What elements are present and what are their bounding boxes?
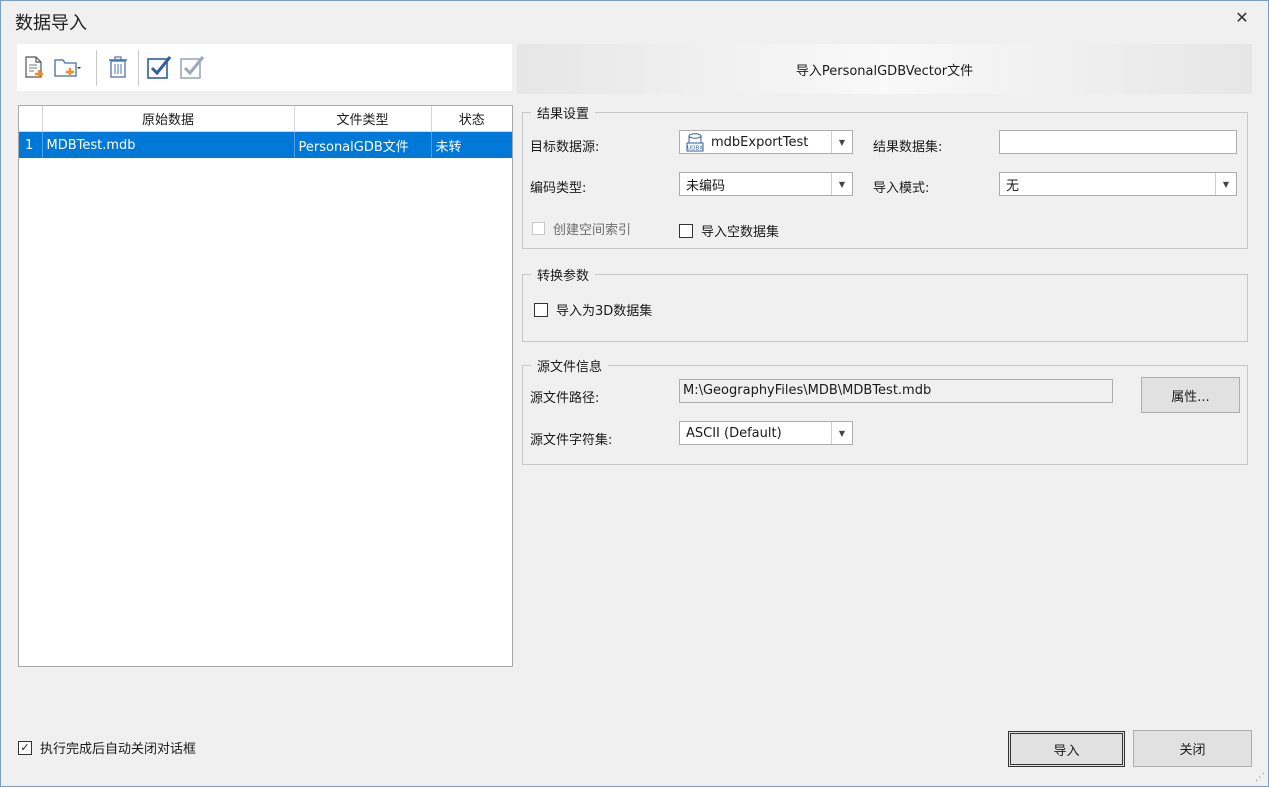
auto-close-checkbox[interactable]: ✓ 执行完成后自动关闭对话框 (18, 738, 196, 757)
target-datasource-combo[interactable]: UDBX mdbExportTest ▼ (679, 130, 853, 154)
toolbar-separator (138, 50, 139, 86)
checkbox-box[interactable] (532, 222, 545, 235)
chevron-down-icon[interactable]: ▼ (831, 422, 852, 444)
column-header-index[interactable] (19, 106, 43, 132)
checkbox-box[interactable]: ✓ (18, 740, 32, 755)
row-index: 1 (19, 131, 43, 158)
chevron-down-icon[interactable]: ▼ (831, 173, 852, 195)
row-file-type[interactable]: PersonalGDB文件 (294, 131, 432, 158)
conversion-params-legend: 转换参数 (537, 269, 590, 284)
target-datasource-label: 目标数据源: (530, 140, 600, 155)
select-all-icon[interactable] (145, 53, 173, 81)
add-folder-icon[interactable] (53, 53, 81, 81)
source-charset-combo[interactable]: ASCII (Default) ▼ (679, 421, 853, 445)
import-empty-dataset-label: 导入空数据集 (701, 225, 780, 240)
target-datasource-value: mdbExportTest (711, 134, 809, 150)
source-file-info-group: 源文件信息 (522, 356, 1248, 465)
import-button[interactable]: 导入 (1008, 731, 1125, 767)
properties-button[interactable]: 属性... (1141, 377, 1240, 413)
import-mode-value: 无 (1006, 178, 1020, 194)
close-icon[interactable]: ✕ (1231, 7, 1253, 29)
dialog-title: 数据导入 (15, 13, 87, 34)
source-file-info-legend: 源文件信息 (537, 360, 603, 375)
import-mode-combo[interactable]: 无 ▼ (999, 172, 1237, 196)
create-spatial-index-label: 创建空间索引 (553, 223, 632, 238)
import-mode-label: 导入模式: (873, 181, 930, 196)
delete-icon[interactable] (104, 53, 132, 81)
source-charset-value: ASCII (Default) (686, 425, 782, 441)
chevron-down-icon[interactable]: ▼ (831, 131, 852, 153)
add-file-icon[interactable] (20, 53, 48, 81)
chevron-down-icon[interactable]: ▼ (1215, 173, 1236, 195)
result-settings-legend: 结果设置 (537, 107, 590, 122)
toolbar-separator (96, 50, 97, 86)
data-import-dialog: 数据导入 ✕ 导入PersonalGDBVector文件 原始数据 文件类型 状… (0, 0, 1269, 787)
encoding-type-value: 未编码 (686, 178, 726, 194)
column-header-type[interactable]: 文件类型 (294, 106, 432, 132)
resize-grip-icon[interactable]: ⋰ (1255, 772, 1265, 783)
row-status: 未转 (431, 131, 512, 158)
svg-text:UDBX: UDBX (687, 146, 703, 152)
invert-select-icon[interactable] (178, 53, 206, 81)
checkbox-box[interactable] (534, 302, 548, 317)
import-type-banner: 导入PersonalGDBVector文件 (517, 44, 1252, 94)
create-spatial-index-checkbox[interactable]: 创建空间索引 (532, 219, 631, 238)
import-empty-dataset-checkbox[interactable]: 导入空数据集 (679, 221, 779, 240)
source-charset-label: 源文件字符集: (530, 433, 613, 448)
banner-text: 导入PersonalGDBVector文件 (795, 63, 974, 79)
column-header-source[interactable]: 原始数据 (42, 106, 295, 132)
encoding-type-combo[interactable]: 未编码 ▼ (679, 172, 853, 196)
import-as-3d-checkbox[interactable]: 导入为3D数据集 (534, 300, 652, 319)
row-source-file[interactable]: MDBTest.mdb (42, 131, 295, 158)
result-dataset-input[interactable] (999, 130, 1237, 154)
table-row[interactable]: 1 MDBTest.mdb PersonalGDB文件 未转 (19, 131, 512, 158)
result-dataset-label: 结果数据集: (873, 140, 943, 155)
close-button[interactable]: 关闭 (1133, 730, 1252, 767)
checkbox-box[interactable] (679, 223, 693, 238)
auto-close-label: 执行完成后自动关闭对话框 (40, 742, 197, 757)
encoding-type-label: 编码类型: (530, 181, 587, 196)
column-header-status[interactable]: 状态 (431, 106, 512, 132)
toolbar (17, 44, 512, 91)
udbx-datasource-icon: UDBX (680, 132, 707, 152)
source-path-label: 源文件路径: (530, 391, 600, 406)
source-path-field[interactable]: M:\GeographyFiles\MDB\MDBTest.mdb (679, 379, 1113, 403)
file-list-grid[interactable]: 原始数据 文件类型 状态 1 MDBTest.mdb PersonalGDB文件… (18, 105, 513, 667)
import-as-3d-label: 导入为3D数据集 (556, 304, 653, 319)
